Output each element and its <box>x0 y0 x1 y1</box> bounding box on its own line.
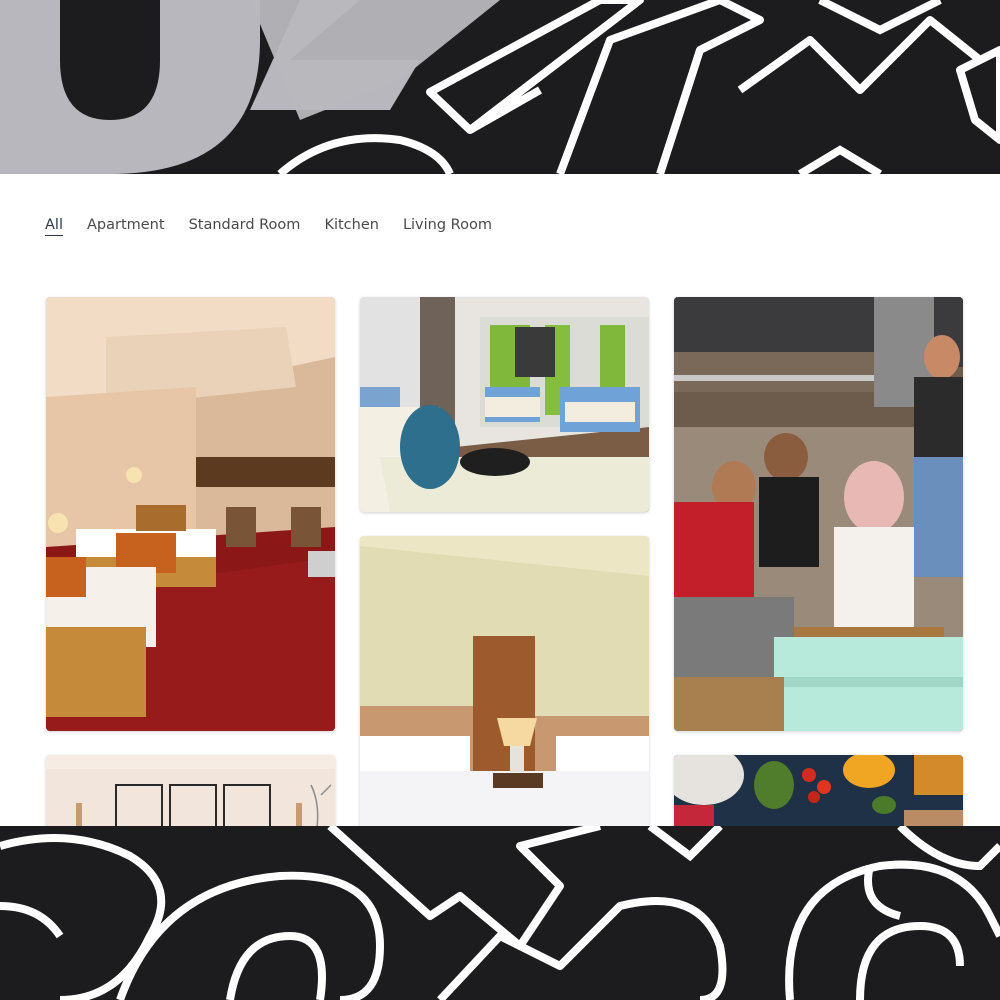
tab-kitchen[interactable]: Kitchen <box>324 217 379 236</box>
tab-standard-room[interactable]: Standard Room <box>189 217 301 236</box>
decorative-bottom-band <box>0 826 1000 1000</box>
gallery-image-living-room[interactable] <box>46 755 335 835</box>
gallery-image-kitchen[interactable] <box>674 755 963 835</box>
filter-tabs: All Apartment Standard Room Kitchen Livi… <box>45 217 492 236</box>
decorative-top-band <box>0 0 1000 174</box>
tab-apartment[interactable]: Apartment <box>87 217 165 236</box>
gallery-image-twin-beds[interactable] <box>360 536 649 836</box>
tab-living-room[interactable]: Living Room <box>403 217 492 236</box>
gallery-image-friends-chess[interactable] <box>674 297 963 731</box>
tab-all[interactable]: All <box>45 217 63 236</box>
gallery-image-hotel-room[interactable] <box>46 297 335 731</box>
gallery-image-dormitory[interactable] <box>360 297 649 512</box>
